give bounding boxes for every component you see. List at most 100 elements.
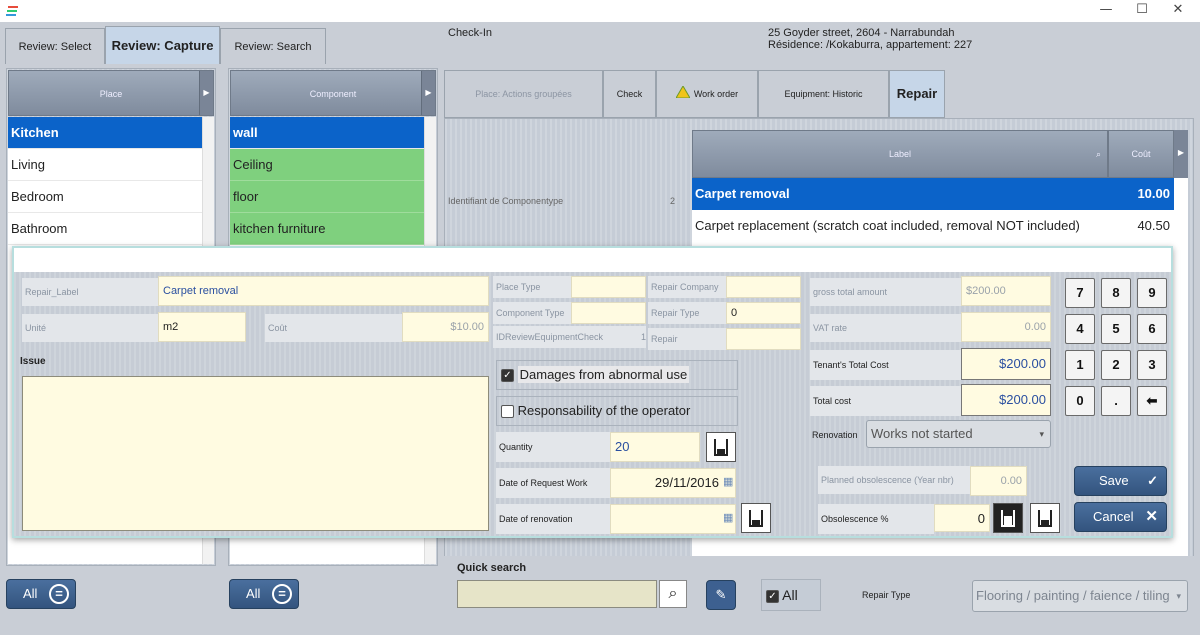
minimize-button[interactable]: — xyxy=(1088,2,1124,20)
search-icon[interactable]: ⌕ xyxy=(659,580,687,608)
maximize-button[interactable]: ☐ xyxy=(1124,2,1160,20)
repair-type-field[interactable]: 0 xyxy=(726,302,801,324)
calendar-icon[interactable]: ▦ xyxy=(723,475,733,488)
date-request-field[interactable]: 29/11/2016 xyxy=(610,468,736,498)
save-label: Save xyxy=(1099,473,1129,488)
place-item-living[interactable]: Living xyxy=(8,149,202,181)
issue-textarea[interactable] xyxy=(22,376,489,531)
table-expand-icon[interactable]: ▶ xyxy=(1174,130,1188,178)
keypad-dot[interactable]: . xyxy=(1101,386,1131,416)
total-cost-field[interactable]: $200.00 xyxy=(961,384,1051,416)
repair-row-label[interactable]: Carpet removal xyxy=(692,178,1108,210)
repair-type-label: Repair Type xyxy=(862,590,911,600)
responsability-checkbox-row[interactable]: Responsability of the operator xyxy=(496,396,738,426)
cout-field[interactable]: $10.00 xyxy=(402,312,489,342)
calculator-icon[interactable] xyxy=(1030,503,1060,533)
tab-review-capture[interactable]: Review: Capture xyxy=(105,26,220,64)
component-item-wall[interactable]: wall xyxy=(230,117,424,149)
repair-label-field[interactable]: Carpet removal xyxy=(158,276,489,306)
damages-checkbox[interactable]: ✓ xyxy=(501,369,514,383)
responsability-checkbox[interactable] xyxy=(501,405,514,419)
cancel-button[interactable]: Cancel ✕ xyxy=(1074,502,1167,532)
work-order-label: Work order xyxy=(693,89,739,99)
damages-checkbox-row[interactable]: ✓ Damages from abnormal use xyxy=(496,360,738,390)
repair-row-cost[interactable]: 10.00 xyxy=(1108,178,1174,210)
component-item-floor[interactable]: floor xyxy=(230,181,424,213)
repair-label-label: Repair_Label xyxy=(22,278,158,306)
repair-type-label: Repair Type xyxy=(648,302,726,324)
renovation-select[interactable]: Works not started ▾ xyxy=(866,420,1051,448)
place-type-field[interactable] xyxy=(571,276,646,298)
keypad-9[interactable]: 9 xyxy=(1137,278,1167,308)
keypad-3[interactable]: 3 xyxy=(1137,350,1167,380)
quick-search-label: Quick search xyxy=(457,562,527,574)
component-header-label: Component xyxy=(309,89,357,99)
component-column-header[interactable]: Component ▶ xyxy=(230,70,436,116)
save-button[interactable]: Save ✓ xyxy=(1074,466,1167,496)
gross-total-field[interactable]: $200.00 xyxy=(961,276,1051,306)
date-renovation-field[interactable] xyxy=(610,504,736,534)
repair-row-cost[interactable]: 40.50 xyxy=(1108,210,1174,242)
backspace-icon[interactable]: ⬅ xyxy=(1137,386,1167,416)
calculator-icon[interactable] xyxy=(741,503,771,533)
gross-total-label: gross total amount xyxy=(810,278,961,306)
place-column-header[interactable]: Place ▶ xyxy=(8,70,214,116)
keypad-8[interactable]: 8 xyxy=(1101,278,1131,308)
place-item-bedroom[interactable]: Bedroom xyxy=(8,181,202,213)
place-expand-icon[interactable]: ▶ xyxy=(199,71,213,115)
edit-icon[interactable]: ✎ xyxy=(706,580,736,610)
all-checkbox[interactable]: ✓ xyxy=(766,589,779,603)
planned-obsolescence-field[interactable]: 0.00 xyxy=(970,466,1027,496)
calculator-icon[interactable] xyxy=(993,503,1023,533)
component-item-kitchen-furniture[interactable]: kitchen furniture xyxy=(230,213,424,245)
component-type-label: Component Type xyxy=(493,302,571,324)
place-item-bathroom[interactable]: Bathroom xyxy=(8,213,202,245)
all-component-button[interactable]: All = xyxy=(229,579,299,609)
keypad-5[interactable]: 5 xyxy=(1101,314,1131,344)
total-cost-label: Total cost xyxy=(810,386,961,416)
place-item-kitchen[interactable]: Kitchen xyxy=(8,117,202,149)
quick-search-input[interactable] xyxy=(457,580,657,608)
place-type-label: Place Type xyxy=(493,276,571,298)
repair-dialog: Repair_Label Carpet removal Unité m2 Coû… xyxy=(12,246,1173,538)
keypad-6[interactable]: 6 xyxy=(1137,314,1167,344)
tenant-cost-field[interactable]: $200.00 xyxy=(961,348,1051,380)
component-type-field[interactable] xyxy=(571,302,646,324)
tab-review-search[interactable]: Review: Search xyxy=(220,28,326,64)
date-request-label: Date of Request Work xyxy=(496,468,610,498)
renovation-label: Renovation xyxy=(812,430,858,440)
calculator-icon[interactable] xyxy=(706,432,736,462)
close-window-button[interactable]: ✕ xyxy=(1160,2,1196,20)
tab-equipment-historic[interactable]: Equipment: Historic xyxy=(758,70,889,118)
component-expand-icon[interactable]: ▶ xyxy=(421,71,435,115)
tab-repair[interactable]: Repair xyxy=(889,70,945,118)
all-checkbox-row[interactable]: ✓ All xyxy=(761,579,821,611)
unite-field[interactable]: m2 xyxy=(158,312,246,342)
quantity-field[interactable]: 20 xyxy=(610,432,700,462)
keypad-4[interactable]: 4 xyxy=(1065,314,1095,344)
responsability-label: Responsability of the operator xyxy=(517,403,691,418)
date-renovation-label: Date of renovation xyxy=(496,504,610,534)
vat-rate-field[interactable]: 0.00 xyxy=(961,312,1051,342)
calendar-icon[interactable]: ▦ xyxy=(723,511,733,524)
obsolescence-field[interactable]: 0 xyxy=(934,504,990,532)
cancel-label: Cancel xyxy=(1093,509,1134,524)
tab-review-select[interactable]: Review: Select xyxy=(5,28,105,64)
obsolescence-label: Obsolescence % xyxy=(818,504,934,534)
label-column-header[interactable]: Label ⌕ xyxy=(692,130,1108,178)
tab-place-actions[interactable]: Place: Actions groupées xyxy=(444,70,603,118)
repair-field[interactable] xyxy=(726,328,801,350)
repair-company-field[interactable] xyxy=(726,276,801,298)
search-icon[interactable]: ⌕ xyxy=(1096,131,1101,177)
component-item-ceiling[interactable]: Ceiling xyxy=(230,149,424,181)
repair-row-label[interactable]: Carpet replacement (scratch coat include… xyxy=(692,210,1108,242)
all-place-button[interactable]: All = xyxy=(6,579,76,609)
cost-column-header[interactable]: Coût xyxy=(1108,130,1174,178)
repair-type-select[interactable]: Flooring / painting / faience / tiling ▾ xyxy=(972,580,1188,612)
tab-check[interactable]: Check xyxy=(603,70,656,118)
tab-work-order[interactable]: Work order xyxy=(656,70,758,118)
keypad-0[interactable]: 0 xyxy=(1065,386,1095,416)
keypad-7[interactable]: 7 xyxy=(1065,278,1095,308)
keypad-2[interactable]: 2 xyxy=(1101,350,1131,380)
keypad-1[interactable]: 1 xyxy=(1065,350,1095,380)
